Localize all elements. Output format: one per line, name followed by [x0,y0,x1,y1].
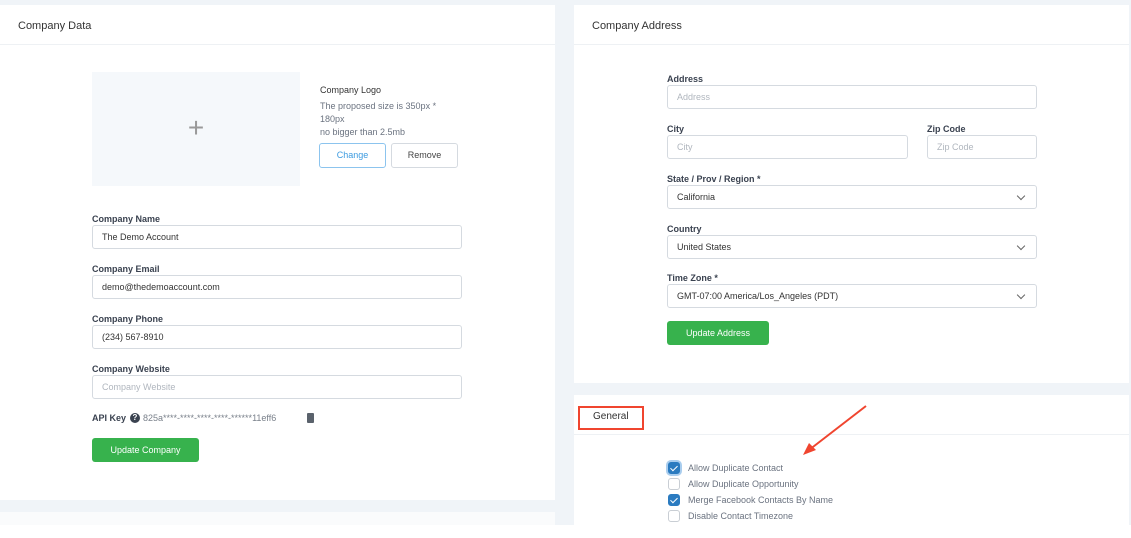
field-label: Company Email [92,264,160,274]
option-label: Merge Facebook Contacts By Name [688,495,834,505]
merge-facebook-contacts-checkbox[interactable] [668,494,680,506]
api-key-label: API Key [92,413,127,423]
company-email-input[interactable]: demo@thedemoaccount.com [92,275,462,299]
option-label: Allow Duplicate Opportunity [688,479,799,489]
logo-hint: 180px [320,114,345,124]
field-label: Address [667,74,704,84]
option-label: Disable Contact Timezone [688,511,794,521]
allow-duplicate-opportunity-checkbox[interactable] [668,478,680,490]
field-label: City [667,124,685,134]
api-key-value: 825a****-****-****-****-******11eff6 [143,413,277,423]
help-icon[interactable]: ? [130,413,140,423]
company-address-card: Company Address Address Address City Cit… [574,5,1129,383]
field-label: Company Phone [92,314,164,324]
field-label: State / Prov / Region * [667,174,761,184]
allow-duplicate-contact-checkbox[interactable] [668,462,680,474]
annotation-arrow-icon [803,405,867,455]
plus-icon: + [187,112,205,143]
field-label: Zip Code [927,124,966,134]
company-name-input[interactable]: The Demo Account [92,225,462,249]
country-select[interactable]: United States [667,235,1037,259]
update-company-button[interactable]: Update Company [92,438,199,462]
disable-contact-timezone-checkbox[interactable] [668,510,680,522]
company-phone-input[interactable]: (234) 567-8910 [92,325,462,349]
option-label: Allow Duplicate Contact [688,463,784,473]
update-address-button[interactable]: Update Address [667,321,769,345]
company-website-input[interactable]: Company Website [92,375,462,399]
logo-upload-area[interactable]: + [92,72,300,186]
field-label: Time Zone * [667,273,718,283]
card-title: Company Address [574,5,1129,45]
field-label: Country [667,224,702,234]
field-label: Company Name [92,214,161,224]
general-title: General [593,411,629,422]
timezone-select[interactable]: GMT-07:00 America/Los_Angeles (PDT) [667,284,1037,308]
card-title: Company Data [0,5,555,45]
logo-hint: no bigger than 2.5mb [320,127,406,137]
city-input[interactable]: City [667,135,908,159]
field-label: Company Website [92,364,170,374]
bottom-fade [0,525,1131,538]
remove-logo-button[interactable]: Remove [391,143,458,168]
change-logo-button[interactable]: Change [319,143,386,168]
logo-label: Company Logo [320,85,382,95]
state-select[interactable]: California [667,185,1037,209]
company-data-card: Company Data + Company Logo The proposed… [0,5,555,500]
zip-code-input[interactable]: Zip Code [927,135,1037,159]
clipboard-icon[interactable] [307,413,314,423]
logo-hint: The proposed size is 350px * [320,101,437,111]
general-card: General Allow Duplicate Contact Allow Du… [574,395,1129,525]
address-input[interactable]: Address [667,85,1037,109]
